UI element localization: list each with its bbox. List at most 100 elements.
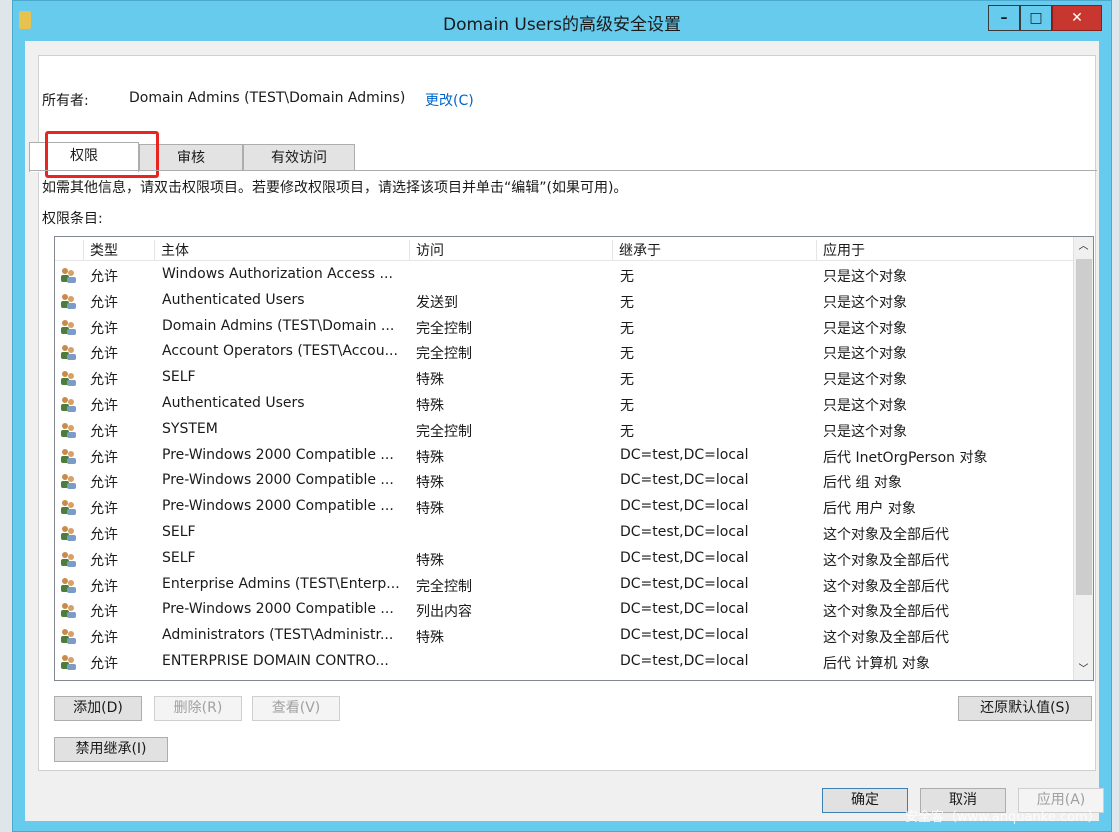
cell: Account Operators (TEST\Accou... — [162, 343, 407, 359]
cell: 特殊 — [416, 498, 606, 518]
table-row[interactable]: 允许Authenticated Users发送到无只是这个对象 — [55, 288, 1073, 314]
cell: 允许 — [90, 395, 150, 415]
cell: 允许 — [90, 576, 150, 596]
ok-button[interactable]: 确定 — [822, 788, 908, 813]
cell: 发送到 — [416, 292, 606, 312]
add-button[interactable]: 添加(D) — [54, 696, 142, 721]
users-icon — [59, 396, 77, 412]
minimize-button[interactable]: – — [988, 5, 1020, 31]
cell: 允许 — [90, 318, 150, 338]
cell: Enterprise Admins (TEST\Enterp... — [162, 576, 407, 592]
cell: 后代 组 对象 — [823, 472, 1068, 492]
cell: Windows Authorization Access ... — [162, 266, 407, 282]
table-row[interactable]: 允许Pre-Windows 2000 Compatible ...特殊DC=te… — [55, 468, 1073, 494]
users-icon — [59, 654, 77, 670]
table-row[interactable]: 允许SELFDC=test,DC=local这个对象及全部后代 — [55, 520, 1073, 546]
maximize-button[interactable]: □ — [1020, 5, 1052, 31]
table-row[interactable]: 允许ENTERPRISE DOMAIN CONTRO...DC=test,DC=… — [55, 649, 1073, 675]
title-bar[interactable]: Domain Users的高级安全设置 – □ ✕ — [13, 1, 1111, 41]
view-button[interactable]: 查看(V) — [252, 696, 340, 721]
cell: 无 — [620, 266, 815, 286]
cell: DC=test,DC=local — [620, 653, 815, 669]
users-icon — [59, 473, 77, 489]
cell: 这个对象及全部后代 — [823, 524, 1068, 544]
cell: 这个对象及全部后代 — [823, 601, 1068, 621]
cell: 完全控制 — [416, 421, 606, 441]
users-icon — [59, 499, 77, 515]
change-owner-link[interactable]: 更改(C) — [425, 90, 474, 110]
scroll-thumb[interactable] — [1076, 259, 1092, 595]
cell: 无 — [620, 318, 815, 338]
users-icon — [59, 370, 77, 386]
cell: 允许 — [90, 343, 150, 363]
cell: 完全控制 — [416, 576, 606, 596]
table-row[interactable]: 允许 Domain Admins (TEST\Domain ... 完全控制无只是这… — [55, 314, 1073, 340]
table-row[interactable]: 允许SELF特殊DC=test,DC=local这个对象及全部后代 — [55, 546, 1073, 572]
cell: 允许 — [90, 498, 150, 518]
close-button[interactable]: ✕ — [1052, 5, 1102, 31]
table-row[interactable]: 允许Windows Authorization Access ...无只是这个对… — [55, 262, 1073, 288]
users-icon — [59, 422, 77, 438]
cell: 无 — [620, 343, 815, 363]
cell: 后代 计算机 对象 — [823, 653, 1068, 673]
cell: SELF — [162, 524, 407, 540]
cell: 允许 — [90, 421, 150, 441]
col-inherited-from[interactable]: 继承于 — [613, 240, 817, 260]
cell: 列出内容 — [416, 601, 606, 621]
restore-defaults-button[interactable]: 还原默认值(S) — [958, 696, 1092, 721]
cell: DC=test,DC=local — [620, 601, 815, 617]
cell: 只是这个对象 — [823, 318, 1068, 338]
cell: 只是这个对象 — [823, 266, 1068, 286]
table-row[interactable]: 允许Pre-Windows 2000 Compatible ...列出内容DC=… — [55, 597, 1073, 623]
cell: DC=test,DC=local — [620, 472, 815, 488]
cell: 允许 — [90, 653, 150, 673]
tab-effective-access[interactable]: 有效访问 — [243, 144, 355, 171]
col-principal[interactable]: 主体 — [155, 240, 410, 260]
cell: 后代 InetOrgPerson 对象 — [823, 447, 1068, 467]
cell: 特殊 — [416, 472, 606, 492]
cell: DC=test,DC=local — [620, 447, 815, 463]
scroll-up-icon[interactable]: ︿ — [1074, 237, 1093, 257]
users-icon — [59, 577, 77, 593]
table-row[interactable]: 允许 Enterprise Admins (TEST\Enterp... 完全控制 D… — [55, 572, 1073, 598]
cell: 只是这个对象 — [823, 292, 1068, 312]
cell: 完全控制 — [416, 343, 606, 363]
cell: 特殊 — [416, 395, 606, 415]
table-row[interactable]: 允许SYSTEM完全控制无只是这个对象 — [55, 417, 1073, 443]
cell: Domain Admins (TEST\Domain ... — [162, 318, 407, 334]
col-access[interactable]: 访问 — [410, 240, 613, 260]
disable-inheritance-button[interactable]: 禁用继承(I) — [54, 737, 168, 762]
cell: 允许 — [90, 292, 150, 312]
table-row[interactable]: 允许Authenticated Users特殊无只是这个对象 — [55, 391, 1073, 417]
cell: DC=test,DC=local — [620, 576, 815, 592]
table-row[interactable]: 允许Account Operators (TEST\Accou...完全控制无只… — [55, 339, 1073, 365]
list-header: 类型 主体 访问 继承于 应用于 — [55, 237, 1073, 261]
cell: DC=test,DC=local — [620, 550, 815, 566]
cell: 这个对象及全部后代 — [823, 550, 1068, 570]
cell: 只是这个对象 — [823, 369, 1068, 389]
remove-button[interactable]: 删除(R) — [154, 696, 242, 721]
permission-entries-list[interactable]: 类型 主体 访问 继承于 应用于 允许 Windows Authorization… — [54, 236, 1094, 681]
cell: Authenticated Users — [162, 292, 407, 308]
table-row[interactable]: 允许Pre-Windows 2000 Compatible ...特殊DC=te… — [55, 494, 1073, 520]
col-type[interactable]: 类型 — [84, 240, 155, 260]
cell: 只是这个对象 — [823, 395, 1068, 415]
dialog-window: Domain Users的高级安全设置 – □ ✕ 所有者: Domain Ad… — [12, 0, 1112, 832]
cell: 允许 — [90, 550, 150, 570]
vertical-scrollbar[interactable]: ︿ ﹀ — [1073, 237, 1093, 680]
cell: 允许 — [90, 627, 150, 647]
cell: 这个对象及全部后代 — [823, 627, 1068, 647]
cell: 完全控制 — [416, 318, 606, 338]
users-icon — [59, 319, 77, 335]
table-row[interactable]: 允许Pre-Windows 2000 Compatible ...特殊DC=te… — [55, 443, 1073, 469]
table-row[interactable]: 允许SELF特殊无只是这个对象 — [55, 365, 1073, 391]
window-title: Domain Users的高级安全设置 — [13, 10, 1111, 35]
users-icon — [59, 602, 77, 618]
users-icon — [59, 344, 77, 360]
users-icon — [59, 525, 77, 541]
table-row[interactable]: 允许Administrators (TEST\Administr...特殊DC=… — [55, 623, 1073, 649]
scroll-down-icon[interactable]: ﹀ — [1074, 660, 1093, 680]
users-icon — [59, 293, 77, 309]
col-applies-to[interactable]: 应用于 — [817, 240, 1073, 260]
cell: SELF — [162, 550, 407, 566]
